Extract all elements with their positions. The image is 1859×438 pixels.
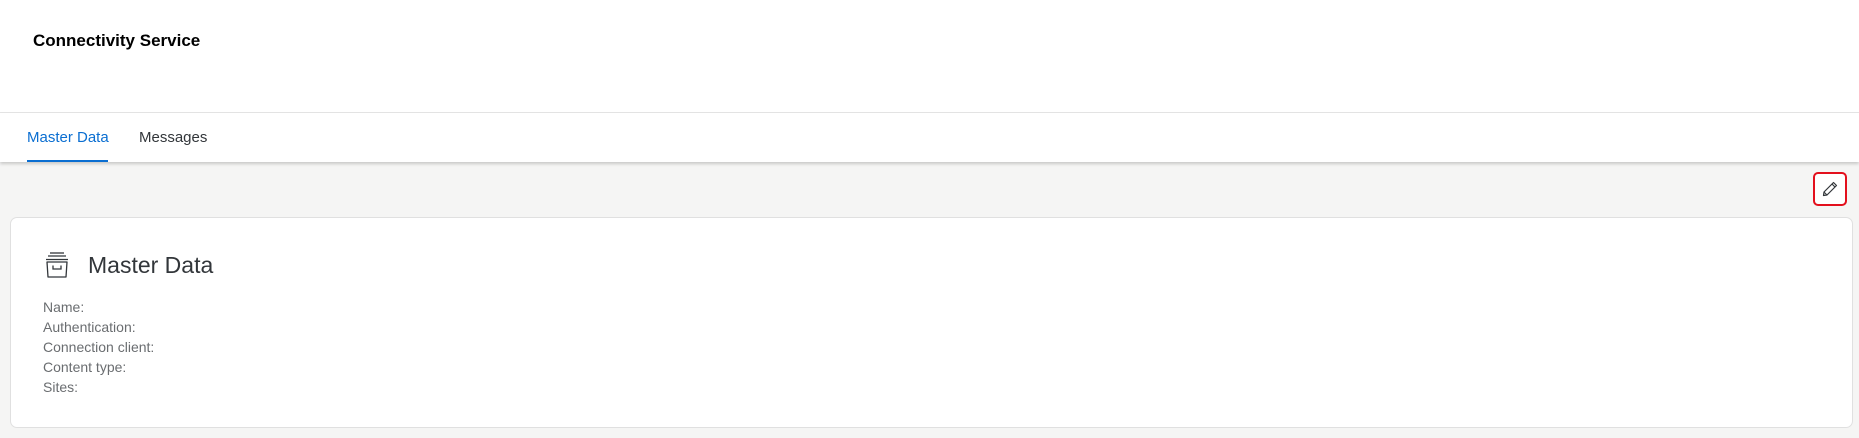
edit-button[interactable] xyxy=(1813,172,1847,206)
pencil-icon xyxy=(1822,181,1838,197)
master-data-card: Master Data Name: Authentication: Connec… xyxy=(10,217,1853,428)
field-label-content-type: Content type: xyxy=(43,359,127,375)
app-title: Connectivity Service xyxy=(33,31,201,50)
field-label-connection-client: Connection client: xyxy=(43,339,155,355)
archive-box-icon xyxy=(46,252,68,278)
tab-master-data[interactable]: Master Data xyxy=(27,113,109,162)
field-list: Name: Authentication: Connection client:… xyxy=(43,297,154,397)
field-label-name: Name: xyxy=(43,299,85,315)
app-header: Connectivity Service xyxy=(0,0,1859,113)
tab-messages[interactable]: Messages xyxy=(139,113,207,162)
field-label-sites: Sites: xyxy=(43,379,79,395)
field-label-authentication: Authentication: xyxy=(43,319,136,335)
card-title: Master Data xyxy=(88,252,214,278)
tab-bar: Master Data Messages xyxy=(0,113,1859,162)
